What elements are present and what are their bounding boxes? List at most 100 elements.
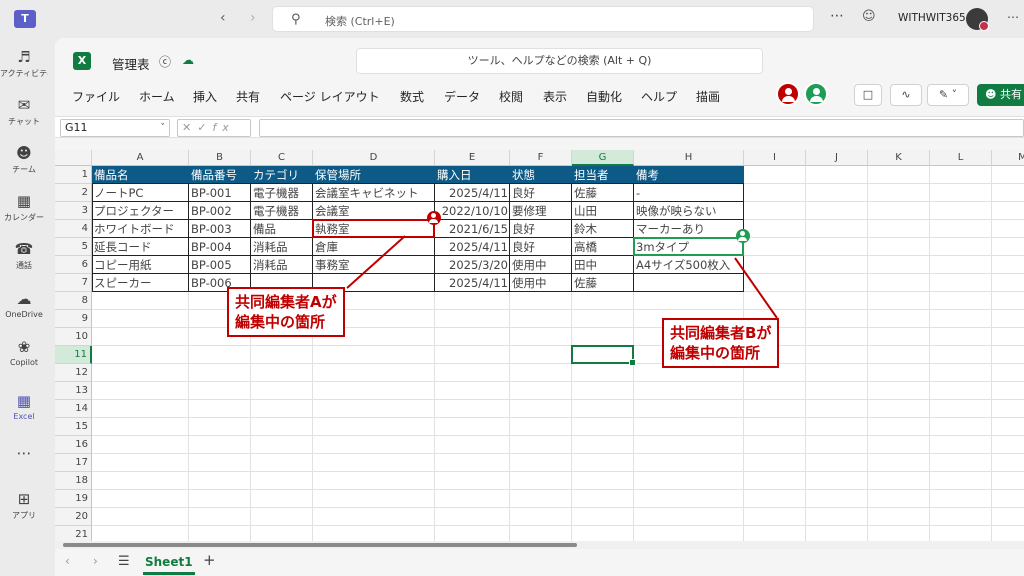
table-cell[interactable]: 2025/4/11 (435, 184, 510, 202)
teams-search-bar[interactable]: ⚲ 検索 (Ctrl+E) (272, 6, 814, 32)
table-cell[interactable]: 事務室 (313, 256, 435, 274)
row-header[interactable]: 16 (55, 436, 92, 454)
column-header[interactable]: D (313, 150, 435, 166)
selected-cell-g11[interactable] (571, 345, 636, 366)
row-header[interactable]: 10 (55, 328, 92, 346)
editing-mode-button[interactable]: ✎ ˅ (927, 84, 969, 106)
window-controls-icon[interactable]: ⋯ (1007, 10, 1019, 24)
sensitivity-icon[interactable]: ⓒ (159, 53, 171, 70)
row-header[interactable]: 4 (55, 220, 92, 238)
table-header-cell[interactable]: 担当者 (572, 166, 634, 184)
table-header-cell[interactable]: 状態 (510, 166, 572, 184)
table-cell[interactable]: 高橋 (572, 238, 634, 256)
cloud-saved-icon[interactable]: ☁ (182, 53, 194, 67)
org-name[interactable]: WITHWIT365 (898, 12, 966, 24)
forward-arrow-icon[interactable]: › (250, 10, 256, 26)
column-header[interactable]: C (251, 150, 313, 166)
column-header[interactable]: E (435, 150, 510, 166)
row-header[interactable]: 15 (55, 418, 92, 436)
more-options-icon[interactable]: ⋯ (830, 8, 844, 24)
table-header-cell[interactable]: 備品名 (92, 166, 189, 184)
row-header[interactable]: 9 (55, 310, 92, 328)
table-cell[interactable]: BP-003 (189, 220, 251, 238)
table-cell[interactable]: 使用中 (510, 256, 572, 274)
rail-more-apps[interactable]: ⋯ (0, 444, 48, 462)
row-header[interactable]: 13 (55, 382, 92, 400)
table-cell[interactable]: 電子機器 (251, 184, 313, 202)
column-header[interactable]: B (189, 150, 251, 166)
menu-review[interactable]: 校閲 (499, 88, 523, 105)
row-header[interactable]: 8 (55, 292, 92, 310)
add-sheet-icon[interactable]: + (203, 551, 216, 569)
table-header-cell[interactable]: カテゴリ (251, 166, 313, 184)
table-cell[interactable]: 延長コード (92, 238, 189, 256)
table-cell[interactable]: 消耗品 (251, 256, 313, 274)
rail-item-activity[interactable]: ♬アクティビティ (0, 48, 48, 79)
table-header-cell[interactable]: 備品番号 (189, 166, 251, 184)
table-cell[interactable]: 2022/10/10 (435, 202, 510, 220)
table-cell[interactable]: 使用中 (510, 274, 572, 292)
column-header[interactable]: G (572, 150, 634, 166)
row-header[interactable]: 11 (55, 346, 92, 364)
table-cell[interactable]: 佐藤 (572, 274, 634, 292)
table-cell[interactable]: 佐藤 (572, 184, 634, 202)
menu-help[interactable]: ヘルプ (641, 88, 677, 105)
table-cell[interactable]: 映像が映らない (634, 202, 744, 220)
prev-sheet-icon[interactable]: ‹ (65, 554, 70, 568)
table-cell[interactable]: マーカーあり (634, 220, 744, 238)
horizontal-scrollbar[interactable] (55, 541, 1024, 549)
next-sheet-icon[interactable]: › (93, 554, 98, 568)
spreadsheet-grid[interactable]: A B C D E F G H I J K L M 1 2 3 4 5 6 7 8 9 10 11 12 13 14 15 16 17 18… (55, 150, 1024, 541)
table-cell[interactable]: ホワイトボード (92, 220, 189, 238)
table-cell[interactable] (634, 274, 744, 292)
catch-up-button[interactable]: ∿ (890, 84, 922, 106)
table-cell[interactable]: A4サイズ500枚入 (634, 256, 744, 274)
rail-item-excel[interactable]: ▦ Excel (0, 392, 48, 421)
menu-share[interactable]: 共有 (236, 88, 260, 105)
row-header[interactable]: 3 (55, 202, 92, 220)
row-header[interactable]: 5 (55, 238, 92, 256)
scrollbar-thumb[interactable] (63, 543, 577, 547)
table-cell[interactable]: 備品 (251, 220, 313, 238)
comments-button[interactable]: □ (854, 84, 882, 106)
table-header-cell[interactable]: 購入日 (435, 166, 510, 184)
avatar[interactable] (966, 8, 989, 31)
table-cell[interactable]: BP-001 (189, 184, 251, 202)
column-header[interactable]: H (634, 150, 744, 166)
table-cell[interactable]: 良好 (510, 238, 572, 256)
table-cell[interactable]: - (634, 184, 744, 202)
column-header[interactable]: A (92, 150, 189, 166)
row-header[interactable]: 19 (55, 490, 92, 508)
rail-item-chat[interactable]: ✉ チャット (0, 96, 48, 127)
ribbon-search-input[interactable]: ツール、ヘルプなどの検索 (Alt + Q) (356, 48, 763, 74)
table-cell[interactable]: 2021/6/15 (435, 220, 510, 238)
rail-item-onedrive[interactable]: ☁ OneDrive (0, 290, 48, 319)
table-cell[interactable]: 良好 (510, 220, 572, 238)
table-cell[interactable]: プロジェクター (92, 202, 189, 220)
table-cell[interactable]: 田中 (572, 256, 634, 274)
table-cell[interactable]: 倉庫 (313, 238, 435, 256)
table-cell[interactable]: 良好 (510, 184, 572, 202)
table-cell[interactable]: 2025/3/20 (435, 256, 510, 274)
table-cell[interactable]: BP-005 (189, 256, 251, 274)
column-header[interactable]: K (868, 150, 930, 166)
table-cell[interactable]: ノートPC (92, 184, 189, 202)
file-name[interactable]: 管理表 (112, 54, 150, 73)
table-cell[interactable]: BP-004 (189, 238, 251, 256)
table-cell[interactable]: 会議室キャビネット (313, 184, 435, 202)
menu-home[interactable]: ホーム (139, 88, 175, 105)
menu-file[interactable]: ファイル (72, 88, 120, 105)
table-cell[interactable]: 2025/4/11 (435, 238, 510, 256)
share-button[interactable]: ☻ 共有 (977, 84, 1024, 106)
name-box[interactable]: G11 ˅ (60, 119, 170, 137)
row-header[interactable]: 2 (55, 184, 92, 202)
row-header[interactable]: 12 (55, 364, 92, 382)
row-header[interactable]: 1 (55, 166, 92, 184)
formula-input[interactable] (259, 119, 1024, 137)
rail-item-calls[interactable]: ☎ 通話 (0, 240, 48, 271)
rail-item-calendar[interactable]: ▦ カレンダー (0, 192, 48, 223)
menu-view[interactable]: 表示 (543, 88, 567, 105)
row-header[interactable]: 17 (55, 454, 92, 472)
all-sheets-menu-icon[interactable]: ☰ (118, 554, 130, 569)
table-header-cell[interactable]: 備考 (634, 166, 744, 184)
